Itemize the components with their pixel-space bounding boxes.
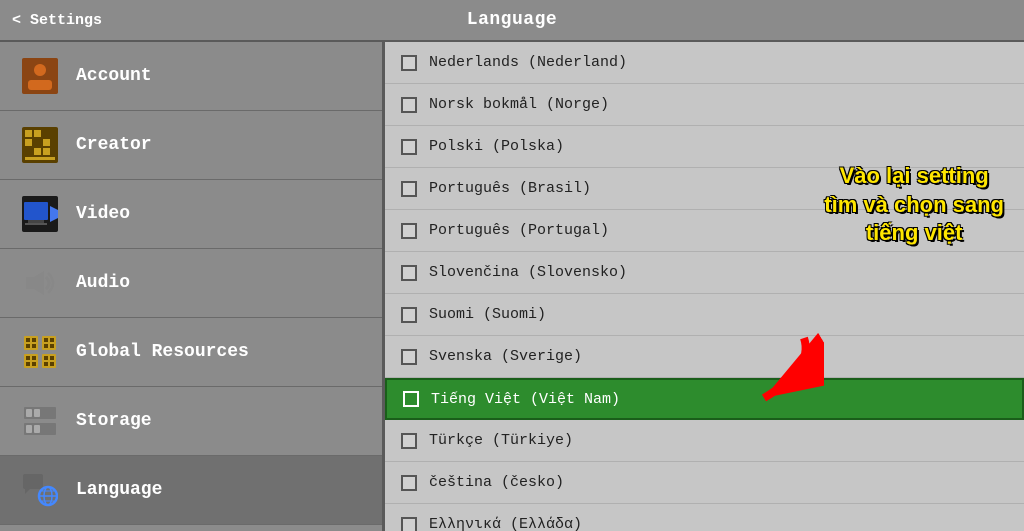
sidebar-item-audio-label: Audio	[76, 273, 130, 293]
language-checkbox-fi	[401, 307, 417, 323]
language-list[interactable]: Nederlands (Nederland) Norsk bokmål (Norg…	[385, 42, 1024, 531]
language-label-sk: Slovenčina (Slovensko)	[429, 264, 627, 281]
language-label-nb: Norsk bokmål (Norge)	[429, 96, 609, 113]
language-item-cs[interactable]: čeština (česko)	[385, 462, 1024, 504]
language-item-tr[interactable]: Türkçe (Türkiye)	[385, 420, 1024, 462]
language-item-pt-BR[interactable]: Português (Brasil)	[385, 168, 1024, 210]
language-checkbox-cs	[401, 475, 417, 491]
header: < Settings Language	[0, 0, 1024, 42]
sidebar-item-language[interactable]: Language	[0, 456, 382, 525]
sidebar-item-video[interactable]: Video	[0, 180, 382, 249]
main-content: Account	[0, 42, 1024, 531]
language-label-sv: Svenska (Sverige)	[429, 348, 582, 365]
language-item-sv[interactable]: Svenska (Sverige)	[385, 336, 1024, 378]
audio-icon	[20, 263, 60, 303]
language-checkbox-el	[401, 517, 417, 531]
language-item-vi[interactable]: Tiếng Việt (Việt Nam)	[385, 378, 1024, 420]
language-item-sk[interactable]: Slovenčina (Slovensko)	[385, 252, 1024, 294]
language-label-nl: Nederlands (Nederland)	[429, 54, 627, 71]
sidebar-item-language-label: Language	[76, 480, 162, 500]
sidebar-item-audio[interactable]: Audio	[0, 249, 382, 318]
app-container: < Settings Language Account	[0, 0, 1024, 531]
language-label-pt-BR: Português (Brasil)	[429, 180, 591, 197]
language-label-vi: Tiếng Việt (Việt Nam)	[431, 391, 620, 408]
sidebar: Account	[0, 42, 385, 531]
language-item-pl[interactable]: Polski (Polska)	[385, 126, 1024, 168]
language-icon	[20, 470, 60, 510]
language-label-fi: Suomi (Suomi)	[429, 306, 546, 323]
language-checkbox-tr	[401, 433, 417, 449]
language-label-tr: Türkçe (Türkiye)	[429, 432, 573, 449]
back-button[interactable]: < Settings	[12, 12, 102, 29]
language-item-fi[interactable]: Suomi (Suomi)	[385, 294, 1024, 336]
account-icon	[20, 56, 60, 96]
header-title: Language	[467, 10, 557, 30]
sidebar-item-global-resources[interactable]: Global Resources	[0, 318, 382, 387]
language-label-pt-PT: Português (Portugal)	[429, 222, 609, 239]
back-label: < Settings	[12, 12, 102, 29]
language-checkbox-pt-BR	[401, 181, 417, 197]
language-label-cs: čeština (česko)	[429, 474, 564, 491]
language-checkbox-pl	[401, 139, 417, 155]
sidebar-item-storage[interactable]: Storage	[0, 387, 382, 456]
sidebar-item-account-label: Account	[76, 66, 152, 86]
language-label-el: Ελληνικά (Ελλάδα)	[429, 516, 582, 531]
sidebar-item-video-label: Video	[76, 204, 130, 224]
language-item-nl[interactable]: Nederlands (Nederland)	[385, 42, 1024, 84]
language-item-nb[interactable]: Norsk bokmål (Norge)	[385, 84, 1024, 126]
language-item-pt-PT[interactable]: Português (Portugal)	[385, 210, 1024, 252]
language-checkbox-pt-PT	[401, 223, 417, 239]
sidebar-item-creator-label: Creator	[76, 135, 152, 155]
sidebar-item-storage-label: Storage	[76, 411, 152, 431]
language-label-pl: Polski (Polska)	[429, 138, 564, 155]
language-checkbox-nb	[401, 97, 417, 113]
sidebar-item-creator[interactable]: Creator	[0, 111, 382, 180]
video-icon	[20, 194, 60, 234]
content-panel: Nederlands (Nederland) Norsk bokmål (Norg…	[385, 42, 1024, 531]
language-item-el[interactable]: Ελληνικά (Ελλάδα)	[385, 504, 1024, 531]
creator-icon	[20, 125, 60, 165]
language-checkbox-vi	[403, 391, 419, 407]
global-resources-icon	[20, 332, 60, 372]
sidebar-item-account[interactable]: Account	[0, 42, 382, 111]
language-checkbox-sv	[401, 349, 417, 365]
sidebar-item-global-resources-label: Global Resources	[76, 342, 249, 362]
language-checkbox-nl	[401, 55, 417, 71]
storage-icon	[20, 401, 60, 441]
language-checkbox-sk	[401, 265, 417, 281]
